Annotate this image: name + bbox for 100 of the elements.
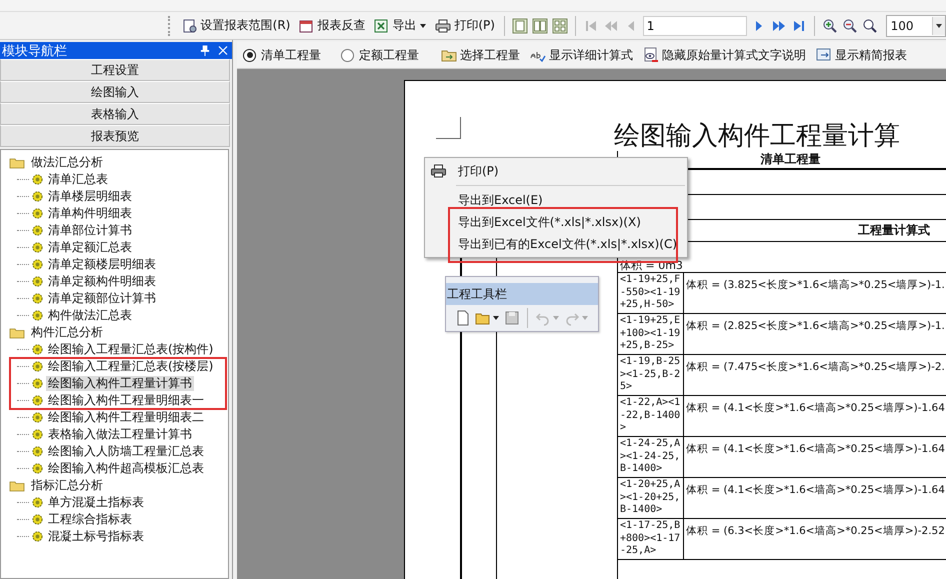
action-button[interactable]: 显示精简报表 [814, 46, 909, 64]
toolbar-button[interactable]: 设置报表范围(R) [180, 16, 292, 35]
radio-button[interactable] [243, 48, 256, 62]
table-cell-text: 体积 = (7.475<长度>*1.6<墙高>*0.25<墙厚>)-2. [685, 360, 946, 375]
cog-icon [32, 429, 43, 440]
tree-item[interactable]: 绘图输入构件工程量计算书 [46, 376, 194, 391]
caret-icon [492, 314, 500, 322]
table-header: 清单工程量 [760, 151, 820, 168]
folder-icon [9, 156, 25, 168]
cog-icon [32, 531, 43, 542]
menu-item[interactable]: 导出到Excel(E) [425, 189, 687, 211]
folder-icon [9, 326, 25, 338]
tree-item[interactable]: 清单汇总表 [46, 172, 110, 187]
table-header: 工程量计算式 [858, 222, 930, 239]
tree-item[interactable]: 清单部位计算书 [46, 223, 134, 238]
tree-group[interactable]: 构件汇总分析 [29, 325, 105, 340]
panel-title: 模块导航栏 [2, 42, 68, 60]
table-cell: <1-22,A><1-22,B-1400> [618, 396, 684, 436]
tree-item[interactable]: 清单楼层明细表 [46, 189, 134, 204]
table-cell-text: 体积 = (6.3<长度>*1.6<墙高>*0.25<墙厚>)-2.52 [685, 524, 946, 539]
pin-icon[interactable] [200, 45, 210, 56]
toolbar-button[interactable]: 打印(P) [433, 16, 497, 35]
cog-icon [32, 514, 43, 525]
search-icon[interactable] [862, 18, 878, 34]
close-icon[interactable] [218, 45, 228, 56]
cog-icon [32, 446, 43, 457]
action-button[interactable]: 选择工程量 [439, 46, 522, 64]
cog-icon [32, 259, 43, 270]
tree-group[interactable]: 做法汇总分析 [29, 155, 105, 170]
cog-icon [32, 208, 43, 219]
zoom-in-icon[interactable] [822, 18, 838, 34]
cog-icon [32, 310, 43, 321]
cog-icon [32, 293, 43, 304]
tree-item[interactable]: 混凝土标号指标表 [46, 529, 146, 544]
table-cell: <1-20+25,A><1-20+25,B-1400> [618, 478, 684, 518]
tree-item[interactable]: 绘图输入构件工程量明细表一 [46, 393, 206, 408]
caret-icon [552, 314, 560, 322]
tree-item[interactable]: 绘图输入构件超高模板汇总表 [46, 461, 206, 476]
tree-item[interactable]: 单方混凝土指标表 [46, 495, 146, 510]
section-button[interactable]: 绘图输入 [0, 81, 230, 103]
toolbar-title: 工程工具栏 [446, 283, 598, 305]
menu-item[interactable]: 导出到已有的Excel文件(*.xls|*.xlsx)(C) [425, 233, 687, 255]
tree-item[interactable]: 绘图输入工程量汇总表(按楼层) [46, 359, 216, 374]
section-button[interactable]: 表格输入 [0, 103, 230, 125]
caret-icon [419, 22, 428, 30]
page-layout-icon[interactable] [512, 18, 528, 34]
tree-item[interactable]: 清单定额楼层明细表 [46, 257, 158, 272]
page-layout-icon[interactable] [552, 18, 568, 34]
hidden-eye-icon [643, 47, 659, 63]
tree-item[interactable]: 绘图输入人防墙工程量汇总表 [46, 444, 206, 459]
cog-icon [32, 463, 43, 474]
crop-mark [436, 117, 461, 139]
tree-item[interactable]: 清单定额汇总表 [46, 240, 134, 255]
tree-item[interactable]: 工程综合指标表 [46, 512, 134, 527]
page-layout-icon[interactable] [532, 18, 548, 34]
toolbar-button[interactable]: 导出 [371, 16, 430, 35]
table-cell: <1-19+25,E+100><1-19+25,B-25> [618, 314, 684, 354]
zoom-combo-box[interactable]: 100 [886, 14, 946, 36]
action-button[interactable]: 显示详细计算式 [528, 46, 635, 64]
cog-icon [32, 276, 43, 287]
tree-item[interactable]: 清单构件明细表 [46, 206, 134, 221]
zoom-out-icon[interactable] [842, 18, 858, 34]
file-icon [455, 310, 471, 326]
dropdown-caret-icon [932, 16, 945, 34]
menu-item[interactable]: 导出到Excel文件(*.xls|*.xlsx)(X) [425, 211, 687, 233]
section-button[interactable]: 工程设置 [0, 59, 230, 81]
cog-icon [32, 242, 43, 253]
tree-item[interactable]: 表格输入做法工程量计算书 [46, 427, 194, 442]
tree-item[interactable]: 清单定额构件明细表 [46, 274, 158, 289]
document-gear-icon [182, 18, 198, 34]
table-cell-text: 体积 = (2.825<长度>*1.6<墙高>*0.25<墙厚>)-1. [685, 319, 946, 334]
table-cell-text: 体积 = (4.1<长度>*1.6<墙高>*0.25<墙厚>)-1.64 [685, 483, 946, 498]
section-button[interactable]: 报表预览 [0, 125, 230, 147]
page-number-field[interactable]: 1 [642, 16, 747, 36]
radio-button[interactable] [341, 48, 354, 62]
table-cell-text: 体积 = (3.825<长度>*1.6<墙高>*0.25<墙厚>)-1. [685, 278, 946, 293]
menu-item[interactable]: 打印(P) [425, 160, 687, 182]
tree-group[interactable]: 指标汇总分析 [29, 478, 105, 493]
tree-item[interactable]: 构件做法汇总表 [46, 308, 134, 323]
table-cell: <1-19+25,F-550><1-19+25,H-50> [618, 273, 684, 313]
calendar-icon [298, 18, 314, 34]
report-title: 绘图输入构件工程量计算 [614, 121, 900, 151]
tree-item[interactable]: 清单定额部位计算书 [46, 291, 158, 306]
cog-icon [32, 174, 43, 185]
radio-label[interactable]: 清单工程量 [261, 46, 321, 64]
caret-icon [581, 314, 589, 322]
cog-icon [32, 191, 43, 202]
tree-item[interactable]: 绘图输入构件工程量明细表二 [46, 410, 206, 425]
table-cell: <1-19,B-25><1-25,B-25> [618, 355, 684, 395]
printer-icon [430, 163, 447, 179]
action-button[interactable]: 隐藏原始量计算式文字说明 [641, 46, 808, 64]
cog-icon [32, 344, 43, 355]
cog-icon [32, 361, 43, 372]
cog-icon [32, 225, 43, 236]
printer-icon [435, 18, 452, 34]
radio-label[interactable]: 定额工程量 [359, 46, 419, 64]
toolbar-button[interactable]: 报表反查 [296, 16, 368, 35]
table-cell-text: 体积 = (4.1<长度>*1.6<墙高>*0.25<墙厚>)-1.64 [685, 442, 946, 457]
table-cell: <1-17-25,B+800><1-17-25,A> [618, 519, 684, 559]
tree-item[interactable]: 绘图输入工程量汇总表(按构件) [46, 342, 216, 357]
